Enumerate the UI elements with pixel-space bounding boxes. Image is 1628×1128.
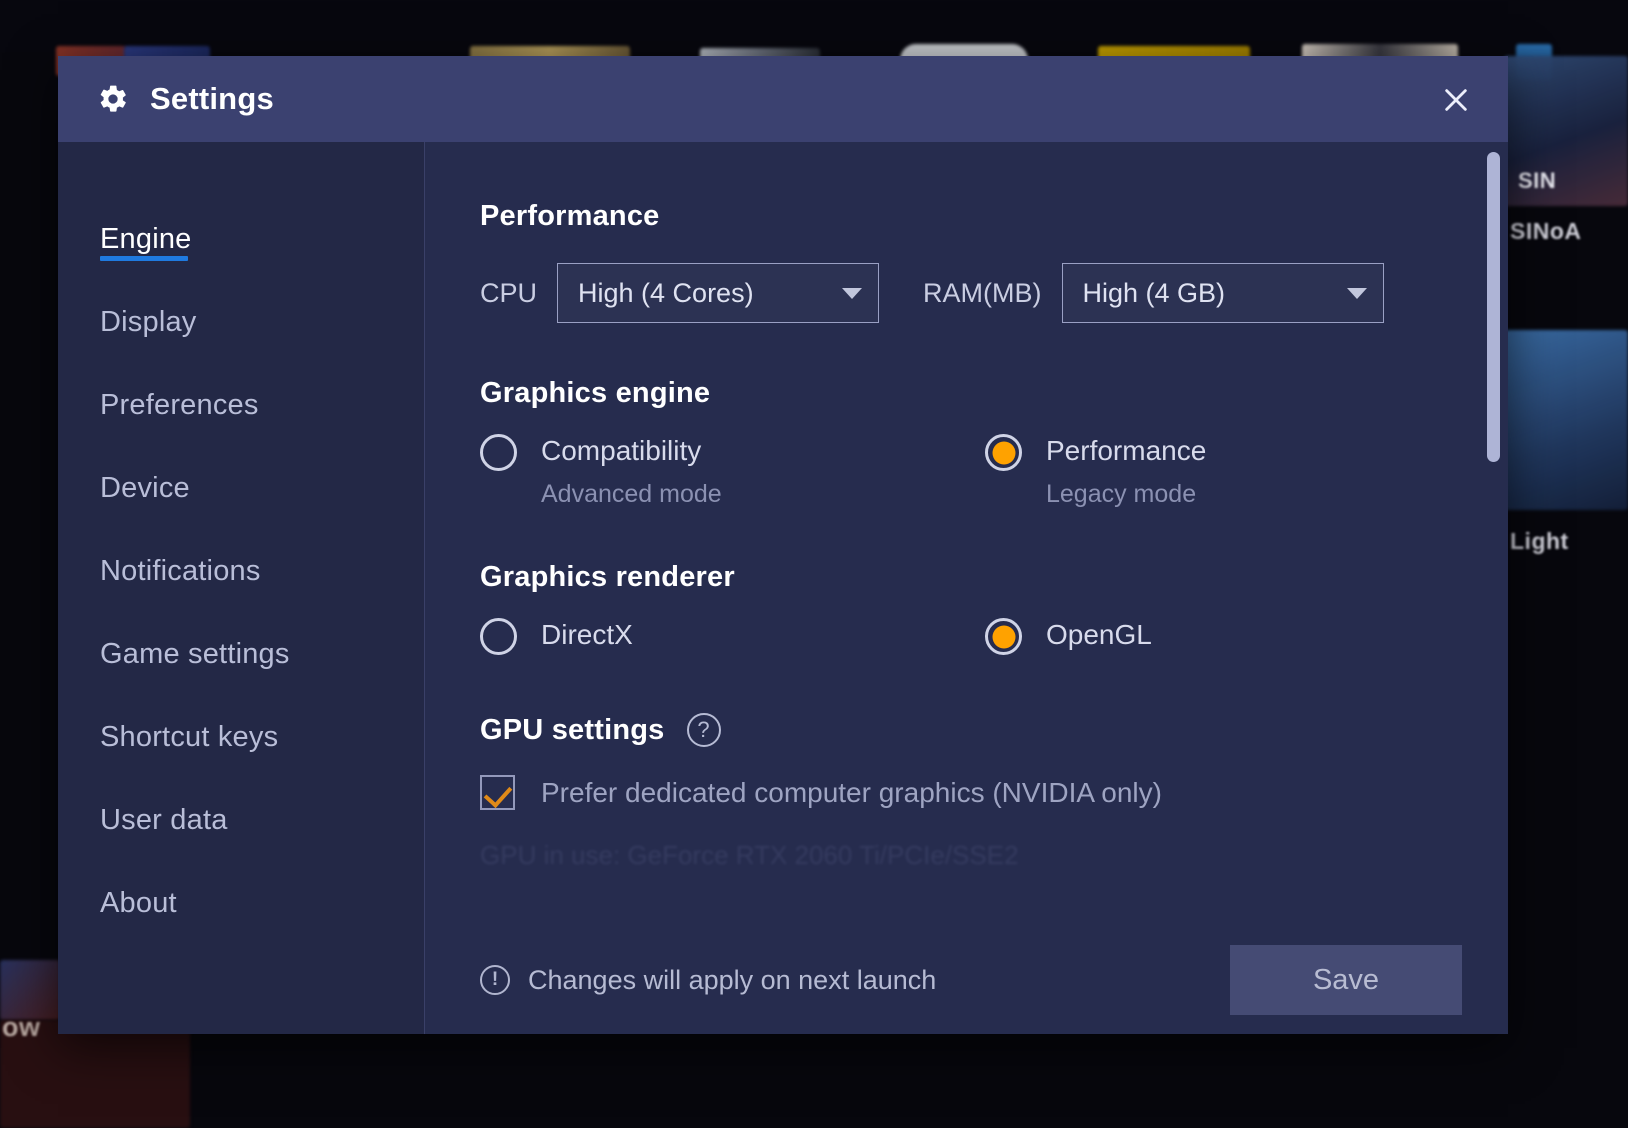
- sidebar-item-display[interactable]: Display: [58, 281, 424, 364]
- cpu-dropdown-value: High (4 Cores): [578, 277, 754, 308]
- sidebar-item-about[interactable]: About: [58, 862, 424, 945]
- content-scrollbar[interactable]: [1487, 152, 1500, 1024]
- ram-dropdown-value: High (4 GB): [1082, 277, 1226, 308]
- radio-compatibility[interactable]: Compatibility Advanced mode: [480, 432, 985, 509]
- background-game-label: Light: [1510, 528, 1569, 554]
- sidebar-item-notifications[interactable]: Notifications: [58, 530, 424, 613]
- radio-indicator: [985, 618, 1022, 655]
- radio-label: OpenGL: [1046, 619, 1152, 650]
- cpu-dropdown[interactable]: High (4 Cores): [557, 263, 880, 323]
- settings-dialog: Settings Engine Display Preferences Devi…: [58, 56, 1508, 1034]
- sidebar-item-label: Game settings: [100, 638, 290, 670]
- radio-indicator: [480, 618, 517, 655]
- close-icon[interactable]: [1434, 80, 1478, 120]
- sidebar-item-label: Notifications: [100, 555, 261, 587]
- sidebar-item-label: Device: [100, 472, 190, 504]
- radio-performance[interactable]: Performance Legacy mode: [985, 432, 1448, 509]
- graphics-engine-section-title: Graphics engine: [480, 377, 711, 409]
- radio-indicator: [480, 434, 517, 471]
- chevron-down-icon: [842, 287, 863, 299]
- sidebar-item-device[interactable]: Device: [58, 447, 424, 530]
- gpu-settings-section-title: GPU settings: [480, 713, 665, 746]
- sidebar-item-label: Shortcut keys: [100, 721, 279, 753]
- background-thumbnail: [0, 960, 60, 1020]
- sidebar-item-preferences[interactable]: Preferences: [58, 364, 424, 447]
- radio-label: Performance: [1046, 435, 1207, 466]
- save-button[interactable]: Save: [1230, 945, 1462, 1015]
- dialog-titlebar: Settings: [58, 56, 1508, 142]
- dialog-footer: ! Changes will apply on next launch Save: [425, 926, 1508, 1034]
- radio-sublabel: Advanced mode: [541, 480, 722, 508]
- gpu-settings-header: GPU settings ?: [480, 713, 1448, 747]
- radio-label: Compatibility: [541, 435, 702, 466]
- graphics-renderer-options: DirectX OpenGL: [480, 616, 1448, 655]
- sidebar-item-label: About: [100, 887, 177, 919]
- sidebar-item-label: Preferences: [100, 389, 259, 421]
- checkbox-indicator: [480, 775, 515, 810]
- scrollbar-thumb[interactable]: [1487, 152, 1500, 462]
- chevron-down-icon: [1346, 287, 1367, 299]
- info-icon: !: [480, 965, 510, 995]
- settings-sidebar: Engine Display Preferences Device Notifi…: [58, 142, 425, 1034]
- sidebar-item-engine[interactable]: Engine: [58, 198, 424, 281]
- footer-note: ! Changes will apply on next launch: [480, 965, 936, 996]
- sidebar-item-label: User data: [100, 804, 228, 836]
- dialog-body: Engine Display Preferences Device Notifi…: [58, 142, 1508, 1034]
- radio-indicator: [985, 434, 1022, 471]
- radio-label: DirectX: [541, 619, 633, 650]
- background-game-label: ow: [2, 1012, 41, 1042]
- checkbox-label: Prefer dedicated computer graphics (NVID…: [541, 776, 1162, 808]
- sidebar-item-label: Display: [100, 306, 197, 338]
- graphics-renderer-section-title: Graphics renderer: [480, 561, 735, 593]
- sidebar-item-user-data[interactable]: User data: [58, 779, 424, 862]
- background-game-label: SINoA: [1510, 218, 1582, 244]
- help-icon[interactable]: ?: [686, 713, 721, 747]
- gear-icon: [96, 82, 130, 116]
- dialog-title: Settings: [150, 81, 274, 116]
- ram-dropdown[interactable]: High (4 GB): [1061, 263, 1384, 323]
- ram-label: RAM(MB): [923, 277, 1042, 308]
- footer-note-text: Changes will apply on next launch: [528, 964, 937, 995]
- radio-opengl[interactable]: OpenGL: [985, 616, 1448, 655]
- performance-section-title: Performance: [480, 200, 660, 232]
- background-thumbnail: [1504, 330, 1628, 510]
- active-indicator: [100, 256, 188, 261]
- sidebar-item-game-settings[interactable]: Game settings: [58, 613, 424, 696]
- graphics-engine-options: Compatibility Advanced mode Performance …: [480, 432, 1448, 509]
- settings-content: Performance CPU High (4 Cores) RAM(MB) H…: [425, 142, 1508, 1034]
- background-game-label: SIN: [1518, 168, 1557, 193]
- prefer-dedicated-gpu-checkbox[interactable]: Prefer dedicated computer graphics (NVID…: [480, 775, 1448, 810]
- cpu-label: CPU: [480, 277, 538, 308]
- radio-sublabel: Legacy mode: [1046, 480, 1197, 508]
- sidebar-item-shortcut-keys[interactable]: Shortcut keys: [58, 696, 424, 779]
- radio-directx[interactable]: DirectX: [480, 616, 985, 655]
- sidebar-item-label: Engine: [100, 223, 192, 255]
- performance-row: CPU High (4 Cores) RAM(MB) High (4 GB): [480, 263, 1448, 323]
- gpu-in-use-text: GPU in use: GeForce RTX 2060 Ti/PCIe/SSE…: [480, 840, 1019, 870]
